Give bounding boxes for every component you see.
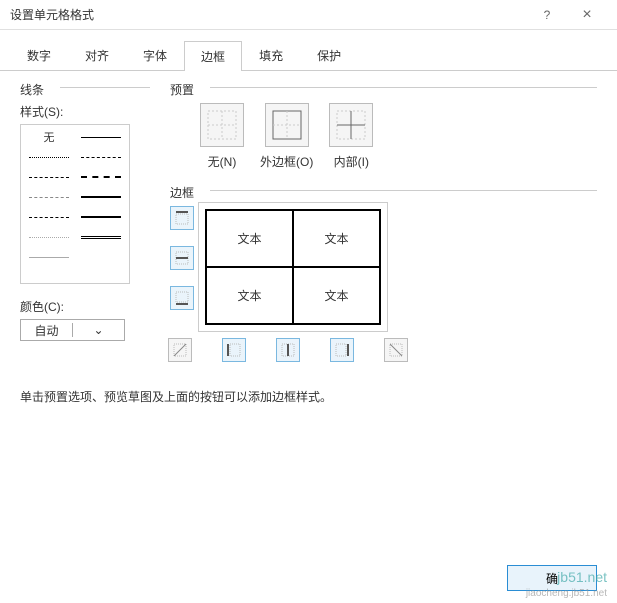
line-style-9[interactable] (75, 207, 127, 227)
tab-bar: 数字 对齐 字体 边框 填充 保护 (0, 30, 617, 71)
color-label: 颜色(C): (20, 298, 150, 315)
border-bottom-icon (174, 290, 190, 306)
presets-group: 预置 无(N) 外边框(O) (170, 81, 597, 170)
preset-none-label: 无(N) (208, 153, 237, 170)
preset-outline-label: 外边框(O) (260, 153, 313, 170)
close-button[interactable]: × (567, 6, 607, 24)
diag-down-icon (388, 342, 404, 358)
line-style-12[interactable] (23, 247, 75, 267)
tab-fill[interactable]: 填充 (242, 40, 300, 70)
border-right-button[interactable] (330, 338, 354, 362)
line-style-7[interactable] (75, 187, 127, 207)
window-title: 设置单元格格式 (10, 6, 527, 23)
line-style-list[interactable]: 无 (20, 124, 130, 284)
line-style-4[interactable] (23, 167, 75, 187)
tab-protect[interactable]: 保护 (300, 40, 358, 70)
line-style-6[interactable] (23, 187, 75, 207)
preset-none-button[interactable] (200, 103, 244, 147)
line-style-10[interactable] (23, 227, 75, 247)
border-top-button[interactable] (170, 206, 194, 230)
border-vmid-button[interactable] (276, 338, 300, 362)
preview-cell: 文本 (206, 210, 293, 267)
border-hmid-button[interactable] (170, 246, 194, 270)
preview-cell: 文本 (293, 267, 380, 324)
tab-number[interactable]: 数字 (10, 40, 68, 70)
border-group: 边框 文本 文本 文本 文本 (170, 184, 597, 362)
preset-inside-label: 内部(I) (334, 153, 369, 170)
border-top-icon (174, 210, 190, 226)
color-dropdown[interactable]: 自动 ⌄ (20, 319, 125, 341)
tab-border[interactable]: 边框 (184, 41, 242, 71)
line-style-8[interactable] (23, 207, 75, 227)
lines-group: 线条 样式(S): 无 颜色(C): 自动 ⌄ (20, 81, 150, 341)
line-style-11[interactable] (75, 227, 127, 247)
border-bottom-button[interactable] (170, 286, 194, 310)
ok-button[interactable]: 确 (507, 565, 597, 591)
line-style-none[interactable]: 无 (23, 127, 75, 147)
style-label: 样式(S): (20, 103, 150, 120)
preset-inside-button[interactable] (329, 103, 373, 147)
border-vmid-icon (280, 342, 296, 358)
diag-up-icon (172, 342, 188, 358)
chevron-down-icon: ⌄ (72, 323, 124, 337)
border-diag-up-button[interactable] (168, 338, 192, 362)
border-diag-down-button[interactable] (384, 338, 408, 362)
line-style-13[interactable] (75, 247, 127, 267)
help-button[interactable]: ? (527, 8, 567, 22)
preset-outline-icon (272, 110, 302, 140)
color-value: 自动 (21, 322, 72, 339)
preview-cell: 文本 (206, 267, 293, 324)
border-left-icon (226, 342, 242, 358)
preset-outline-button[interactable] (265, 103, 309, 147)
preview-cell: 文本 (293, 210, 380, 267)
line-style-5[interactable] (75, 167, 127, 187)
line-style-1[interactable] (75, 127, 127, 147)
border-hmid-icon (174, 250, 190, 266)
border-right-icon (334, 342, 350, 358)
line-style-2[interactable] (23, 147, 75, 167)
line-style-3[interactable] (75, 147, 127, 167)
preset-none-icon (207, 110, 237, 140)
instruction-text: 单击预置选项、预览草图及上面的按钮可以添加边框样式。 (0, 372, 617, 421)
presets-legend: 预置 (170, 81, 200, 98)
tab-align[interactable]: 对齐 (68, 40, 126, 70)
lines-legend: 线条 (20, 81, 50, 98)
border-preview[interactable]: 文本 文本 文本 文本 (198, 202, 388, 332)
preset-inside-icon (336, 110, 366, 140)
border-legend: 边框 (170, 184, 200, 201)
tab-font[interactable]: 字体 (126, 40, 184, 70)
border-left-button[interactable] (222, 338, 246, 362)
